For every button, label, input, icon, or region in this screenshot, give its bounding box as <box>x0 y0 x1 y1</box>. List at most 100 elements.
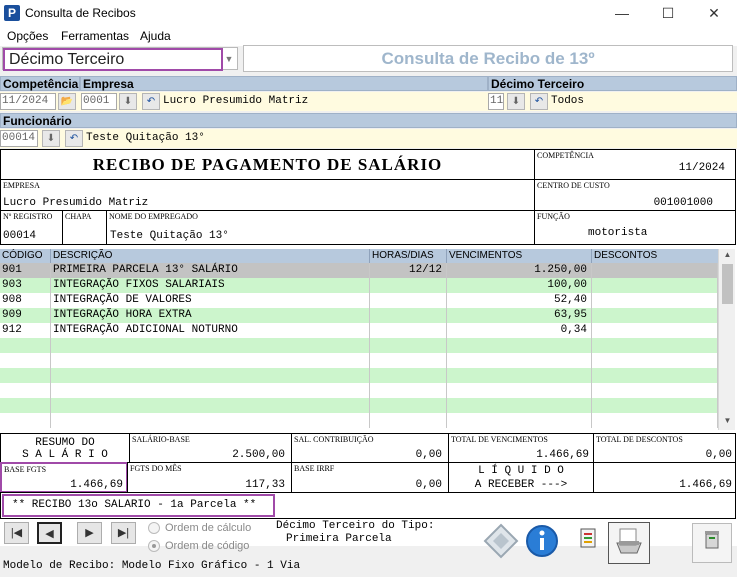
table-cell <box>592 323 718 338</box>
funcao-label: FUNÇÃO <box>537 212 570 221</box>
table-cell: PRIMEIRA PARCELA 13° SALÁRIO <box>51 263 370 278</box>
table-cell <box>0 353 51 368</box>
items-table[interactable]: CÓDIGO DESCRIÇÃO HORAS/DIAS VENCIMENTOS … <box>0 249 718 430</box>
registro-cell: Nº REGISTRO 00014 <box>0 210 63 245</box>
decimo-code-field[interactable]: 11 <box>488 93 504 110</box>
sal-contrib-label: SAL. CONTRIBUIÇÃO <box>294 435 374 444</box>
table-cell <box>370 338 447 353</box>
fgts-mes-cell: FGTS DO MÊS 117,33 <box>127 462 292 493</box>
table-cell <box>51 398 370 413</box>
table-scrollbar[interactable]: ▲ ▼ <box>718 249 735 430</box>
table-cell <box>370 278 447 293</box>
competencia-field[interactable]: 11/2024 <box>0 93 56 110</box>
tipo-line1: Décimo Terceiro do Tipo: <box>276 520 435 532</box>
base-irrf-value: 0,00 <box>415 479 442 491</box>
base-irrf-cell: BASE IRRF 0,00 <box>291 462 449 493</box>
receipt-type-value: Décimo Terceiro <box>3 48 223 71</box>
scroll-thumb[interactable] <box>722 264 733 304</box>
menu-ajuda[interactable]: Ajuda <box>140 29 171 43</box>
table-cell <box>447 398 592 413</box>
sal-contrib-cell: SAL. CONTRIBUIÇÃO 0,00 <box>291 433 449 463</box>
export-icon[interactable] <box>568 523 608 563</box>
table-cell <box>51 383 370 398</box>
page-title: Consulta de Recibo de 13º <box>381 49 595 68</box>
order-codigo-label[interactable]: Ordem de código <box>165 540 249 552</box>
download-arrow-icon[interactable]: ⬇ <box>42 130 60 147</box>
liquido-line2: A RECEBER ---> <box>474 479 568 491</box>
table-cell <box>370 293 447 308</box>
empresa-cell-label: EMPRESA <box>3 181 40 190</box>
table-row[interactable]: 908 INTEGRAÇÃO DE VALORES 52,40 <box>0 293 718 308</box>
table-cell <box>447 383 592 398</box>
last-record-button[interactable]: ▶| <box>111 522 136 544</box>
col-codigo: CÓDIGO <box>0 249 51 263</box>
order-calculo-radio[interactable] <box>148 522 160 534</box>
table-row[interactable] <box>0 338 718 353</box>
diamond-nav-icon[interactable] <box>481 523 521 563</box>
total-venc-value: 1.466,69 <box>536 449 589 461</box>
trash-icon[interactable] <box>692 523 732 563</box>
table-cell: 1.250,00 <box>447 263 592 278</box>
prev-record-button[interactable]: ◀ <box>37 522 62 544</box>
tipo-line2: Primeira Parcela <box>286 533 392 545</box>
empresa-code-field[interactable]: 0001 <box>81 93 117 110</box>
maximize-button[interactable]: ☐ <box>645 0 691 27</box>
table-row[interactable]: 901 PRIMEIRA PARCELA 13° SALÁRIO 12/12 1.25… <box>0 263 718 278</box>
header-panel: Consulta de Recibo de 13º <box>243 45 733 72</box>
liquido-cell: 1.466,69 <box>593 462 736 493</box>
info-icon[interactable] <box>522 523 562 563</box>
table-cell <box>370 308 447 323</box>
salario-base-cell: SALÁRIO-BASE 2.500,00 <box>129 433 292 463</box>
sal-contrib-value: 0,00 <box>415 449 442 461</box>
close-button[interactable]: ✕ <box>691 0 737 27</box>
receipt-type-select[interactable]: Décimo Terceiro ▼ <box>2 47 238 71</box>
first-record-button[interactable]: |◀ <box>4 522 29 544</box>
minimize-button[interactable]: — <box>599 0 645 27</box>
decimo-name: Todos <box>551 95 585 107</box>
table-row[interactable] <box>0 398 718 413</box>
app-icon: P <box>4 5 20 21</box>
col-horas: HORAS/DIAS <box>370 249 447 263</box>
scroll-up-icon[interactable]: ▲ <box>721 250 734 262</box>
order-codigo-radio[interactable] <box>148 540 160 552</box>
table-cell <box>447 338 592 353</box>
table-cell: INTEGRAÇÃO HORA EXTRA <box>51 308 370 323</box>
funcionario-code-field[interactable]: 00014 <box>0 130 38 147</box>
table-row[interactable]: 909 INTEGRAÇÃO HORA EXTRA 63,95 <box>0 308 718 323</box>
funcao-value: motorista <box>588 227 648 239</box>
table-row[interactable] <box>0 413 718 428</box>
table-row[interactable] <box>0 383 718 398</box>
order-calculo-label[interactable]: Ordem de cálculo <box>165 522 251 534</box>
table-row[interactable]: 903 INTEGRAÇÃO FIXOS SALARIAIS 100,00 <box>0 278 718 293</box>
folder-icon[interactable]: 📂 <box>58 93 76 110</box>
undo-icon[interactable]: ↶ <box>65 130 83 147</box>
decimo-label: Décimo Terceiro <box>488 76 737 91</box>
scroll-down-icon[interactable]: ▼ <box>721 416 734 428</box>
base-fgts-cell: BASE FGTS 1.466,69 <box>0 462 128 493</box>
next-record-button[interactable]: ▶ <box>77 522 102 544</box>
undo-icon[interactable]: ↶ <box>530 93 548 110</box>
table-cell <box>51 413 370 428</box>
chevron-down-icon[interactable]: ▼ <box>222 51 236 67</box>
empresa-cell: EMPRESA Lucro Presumido Matriz <box>0 179 535 211</box>
download-arrow-icon[interactable]: ⬇ <box>119 93 137 110</box>
table-row[interactable]: 912 INTEGRAÇÃO ADICIONAL NOTURNO 0,34 <box>0 323 718 338</box>
print-icon[interactable] <box>608 522 650 564</box>
menu-opcoes[interactable]: Opções <box>7 29 48 43</box>
table-row[interactable] <box>0 353 718 368</box>
table-cell <box>370 383 447 398</box>
fgts-mes-value: 117,33 <box>245 479 285 491</box>
download-arrow-icon[interactable]: ⬇ <box>507 93 525 110</box>
nome-value: Teste Quitação 13° <box>110 230 229 242</box>
salario-base-value: 2.500,00 <box>232 449 285 461</box>
table-cell: 63,95 <box>447 308 592 323</box>
funcionario-name: Teste Quitação 13° <box>86 132 205 144</box>
table-cell <box>592 353 718 368</box>
undo-icon[interactable]: ↶ <box>142 93 160 110</box>
menu-ferramentas[interactable]: Ferramentas <box>61 29 129 43</box>
table-cell: 100,00 <box>447 278 592 293</box>
table-cell <box>370 353 447 368</box>
table-row[interactable] <box>0 368 718 383</box>
table-cell <box>370 368 447 383</box>
empresa-name: Lucro Presumido Matriz <box>163 95 309 107</box>
